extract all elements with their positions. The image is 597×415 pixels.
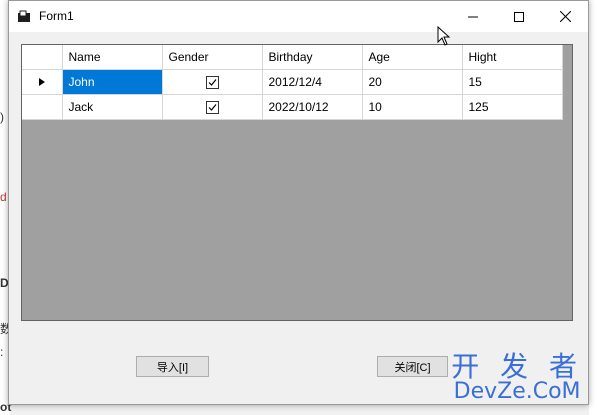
gender-checkbox[interactable] bbox=[205, 75, 219, 89]
cell-name[interactable]: Jack bbox=[62, 94, 163, 120]
data-grid[interactable]: Name Gender Birthday Age Hight John 2012… bbox=[21, 44, 573, 321]
close-window-button[interactable] bbox=[542, 1, 588, 32]
table-row[interactable]: Jack 2022/10/12 10 125 bbox=[22, 94, 563, 120]
mouse-cursor-icon bbox=[437, 26, 451, 46]
row-header[interactable] bbox=[22, 94, 63, 120]
app-icon bbox=[17, 10, 31, 24]
close-icon bbox=[559, 11, 571, 22]
cell-gender[interactable] bbox=[162, 69, 263, 95]
background-text-fragment: d bbox=[0, 190, 7, 204]
cell-birthday[interactable]: 2022/10/12 bbox=[262, 94, 363, 120]
cell-hight[interactable]: 15 bbox=[462, 69, 563, 95]
background-page-strip-right bbox=[589, 0, 597, 415]
import-button[interactable]: 导入[I] bbox=[136, 356, 209, 377]
cell-gender[interactable] bbox=[162, 94, 263, 120]
watermark: 开 发 者 DevZe.CoM bbox=[451, 345, 583, 404]
cell-name[interactable]: John bbox=[62, 69, 163, 95]
top-left-header-cell[interactable] bbox=[22, 45, 63, 70]
checkmark-icon bbox=[208, 103, 216, 111]
checkmark-icon bbox=[208, 78, 216, 86]
column-header-hight[interactable]: Hight bbox=[462, 45, 563, 70]
cell-birthday[interactable]: 2012/12/4 bbox=[262, 69, 363, 95]
title-bar[interactable]: Form1 bbox=[9, 1, 588, 32]
background-text-fragment: : bbox=[0, 345, 4, 359]
column-header-birthday[interactable]: Birthday bbox=[262, 45, 363, 70]
maximize-icon bbox=[514, 11, 524, 22]
table-row[interactable]: John 2012/12/4 20 15 bbox=[22, 69, 563, 95]
column-header-age[interactable]: Age bbox=[362, 45, 463, 70]
close-button[interactable]: 关闭[C] bbox=[377, 356, 448, 377]
window-title: Form1 bbox=[39, 9, 74, 23]
column-header-row: Name Gender Birthday Age Hight bbox=[22, 45, 563, 70]
cell-hight[interactable]: 125 bbox=[462, 94, 563, 120]
current-row-arrow-icon bbox=[38, 77, 45, 86]
column-header-name[interactable]: Name bbox=[62, 45, 163, 70]
cell-age[interactable]: 20 bbox=[362, 69, 463, 95]
gender-checkbox[interactable] bbox=[205, 100, 219, 114]
watermark-line2: DevZe.CoM bbox=[453, 379, 581, 404]
data-grid-table: Name Gender Birthday Age Hight John 2012… bbox=[22, 45, 563, 120]
maximize-button[interactable] bbox=[496, 1, 542, 32]
row-header[interactable] bbox=[22, 69, 63, 95]
cell-age[interactable]: 10 bbox=[362, 94, 463, 120]
background-text-fragment: ) bbox=[0, 110, 4, 124]
minimize-icon bbox=[468, 16, 478, 17]
minimize-button[interactable] bbox=[450, 1, 496, 32]
column-header-gender[interactable]: Gender bbox=[162, 45, 263, 70]
